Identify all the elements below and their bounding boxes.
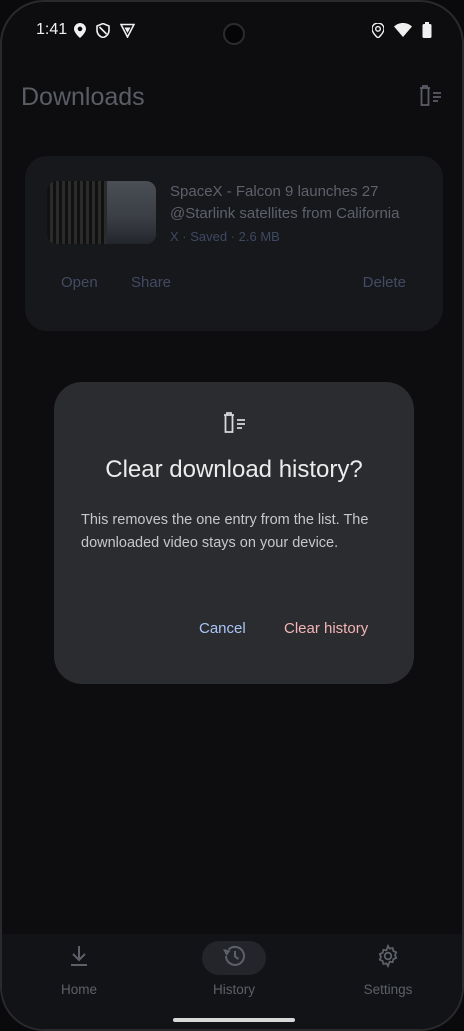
history-icon <box>222 945 246 972</box>
clear-history-confirm-button[interactable]: Clear history <box>284 620 368 637</box>
phone-screen: 1:41 Downloads SpaceX - Falcon 9 launche… <box>0 0 464 1031</box>
cancel-button[interactable]: Cancel <box>199 620 246 637</box>
bottom-navigation: Home History Settings <box>2 934 462 1029</box>
nav-history-indicator <box>202 941 266 975</box>
home-gesture-bar[interactable] <box>173 1018 295 1022</box>
nav-item-settings[interactable]: Settings <box>328 934 448 1014</box>
nav-home-indicator <box>47 941 111 975</box>
nav-settings-indicator <box>356 941 420 975</box>
dialog-actions: Cancel Clear history <box>54 620 414 644</box>
download-icon <box>69 945 89 972</box>
gear-icon <box>376 943 400 973</box>
clear-history-dialog: Clear download history? This removes the… <box>54 382 414 684</box>
nav-item-home[interactable]: Home <box>19 934 139 1014</box>
nav-item-history[interactable]: History <box>174 934 294 1014</box>
clear-history-icon <box>222 411 246 435</box>
dialog-title: Clear download history? <box>105 456 363 483</box>
nav-label-home: Home <box>60 982 97 997</box>
dialog-body: This removes the one entry from the list… <box>81 512 369 551</box>
nav-label-history: History <box>212 982 255 997</box>
nav-label-settings: Settings <box>363 982 413 997</box>
